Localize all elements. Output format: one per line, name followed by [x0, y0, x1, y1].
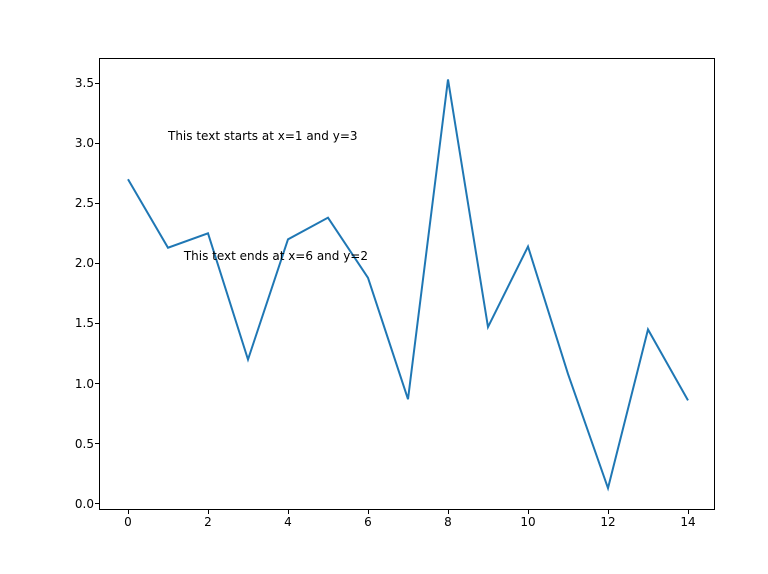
y-tick-mark	[95, 383, 100, 384]
x-tick-mark	[528, 509, 529, 514]
x-tick-label: 0	[124, 515, 132, 529]
y-tick-label: 2.0	[75, 256, 94, 270]
x-tick-mark	[448, 509, 449, 514]
x-tick-label: 10	[520, 515, 535, 529]
y-tick-label: 2.5	[75, 196, 94, 210]
y-tick-label: 1.5	[75, 316, 94, 330]
annotation-text: This text ends at x=6 and y=2	[184, 249, 368, 263]
y-tick-label: 1.0	[75, 377, 94, 391]
x-tick-mark	[208, 509, 209, 514]
x-tick-label: 12	[600, 515, 615, 529]
y-tick-mark	[95, 203, 100, 204]
figure: 0 2 4 6 8 10 12 14 0.0 0.5 1.0 1.5 2.0 2.5 3.0 3.5 Thi…	[0, 0, 768, 574]
plot-area	[100, 59, 716, 511]
x-tick-label: 8	[444, 515, 452, 529]
y-tick-label: 0.5	[75, 437, 94, 451]
axes: 02468101214 0.00.51.01.52.02.53.03.5 Thi…	[99, 58, 715, 510]
annotation-text: This text starts at x=1 and y=3	[168, 129, 358, 143]
y-tick-label: 3.0	[75, 136, 94, 150]
x-tick-label: 2	[204, 515, 212, 529]
y-tick-mark	[95, 323, 100, 324]
x-tick-label: 14	[680, 515, 695, 529]
y-tick-mark	[95, 263, 100, 264]
x-tick-mark	[288, 509, 289, 514]
y-tick-mark	[95, 443, 100, 444]
x-tick-label: 4	[284, 515, 292, 529]
x-tick-label: 6	[364, 515, 372, 529]
x-tick-mark	[688, 509, 689, 514]
y-tick-label: 0.0	[75, 497, 94, 511]
y-tick-mark	[95, 83, 100, 84]
x-tick-mark	[128, 509, 129, 514]
y-tick-mark	[95, 503, 100, 504]
x-tick-mark	[368, 509, 369, 514]
x-tick-mark	[608, 509, 609, 514]
y-tick-label: 3.5	[75, 76, 94, 90]
y-tick-mark	[95, 143, 100, 144]
